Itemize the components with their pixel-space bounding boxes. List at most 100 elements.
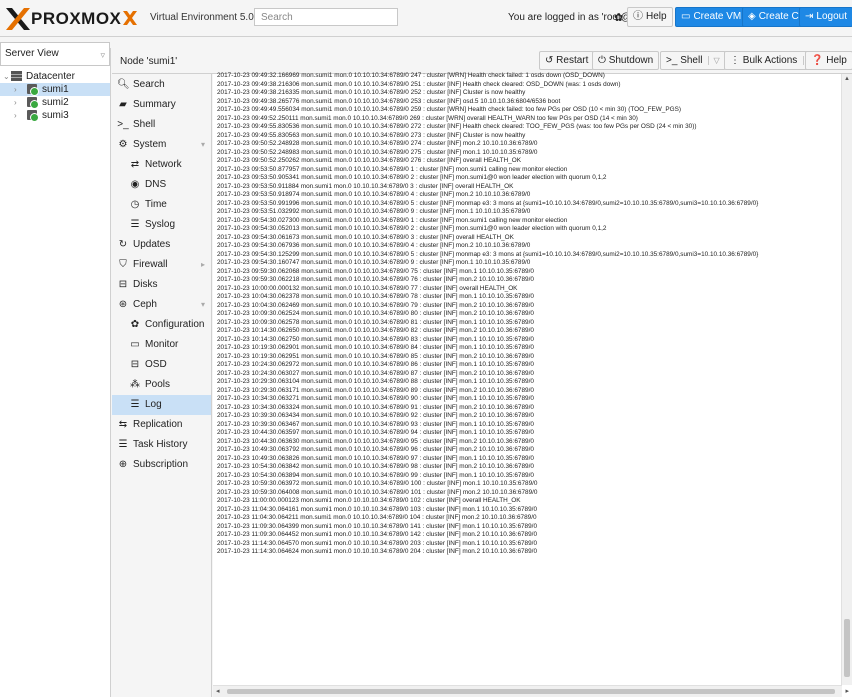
horizontal-scrollbar[interactable]: ◂ ▸ [213,685,849,697]
log-line: 2017-10-23 11:00:00.000123 mon.sumi1 mon… [217,497,521,504]
shutdown-button[interactable]: ⏻ Shutdown [592,51,660,70]
nav-item-log[interactable]: ☰ Log [112,395,211,415]
search-icon: 🔍︎ [117,79,130,90]
log-line: 2017-10-23 10:59:30.063972 mon.sumi1 mon… [217,480,538,487]
hdd-icon: ⊟ [130,359,140,370]
nav-item-monitor[interactable]: ▭ Monitor [112,335,211,355]
chevron-down-icon[interactable]: ▾ [201,295,205,315]
chevron-right-icon[interactable]: ▸ [201,255,205,275]
log-line: 2017-10-23 10:39:30.063434 mon.sumi1 mon… [217,412,534,419]
support-icon: ⊕ [118,459,128,470]
log-line: 2017-10-23 11:04:30.064161 mon.sumi1 mon… [217,505,537,513]
log-line: 2017-10-23 09:59:30.062218 mon.sumi1 mon… [217,276,534,283]
nav-item-ceph[interactable]: ⊛ Ceph ▾ [112,295,211,315]
nav-item-shell[interactable]: >_ Shell [112,115,211,135]
nav-item-osd[interactable]: ⊟ OSD [112,355,211,375]
nav-item-disks[interactable]: ⊟ Disks [112,275,211,295]
log-line: 2017-10-23 10:44:30.063630 mon.sumi1 mon… [217,437,534,445]
nav-item-syslog[interactable]: ☰ Syslog [112,215,211,235]
nav-item-dns[interactable]: ◉ DNS [112,175,211,195]
nav-item-network[interactable]: ⇄ Network [112,155,211,175]
nav-item-subscription[interactable]: ⊕ Subscription [112,455,211,475]
tree-item-sumi3[interactable]: › sumi3 [0,109,110,122]
proxmox-mark-icon [123,11,137,25]
log-line: 2017-10-23 09:54:30.160747 mon.sumi1 mon… [217,259,531,266]
log-line: 2017-10-23 10:19:30.062901 mon.sumi1 mon… [217,344,534,351]
shield-icon: ⛉ [119,259,127,270]
chevron-down-icon[interactable]: ▾ [201,135,205,155]
log-line: 2017-10-23 11:14:30.064570 mon.sumi1 mon… [217,539,537,547]
log-lines: 2017-10-23 09:49:32.166969 mon.sumi1 mon… [217,72,837,684]
server-online-icon [27,97,39,109]
server-view-select[interactable]: Server View ▿ [0,42,110,66]
undo-icon: ↺ [545,55,554,66]
proxmox-logo-icon [6,8,30,30]
nav-item-search[interactable]: 🔍︎ Search [112,75,211,95]
log-line: 2017-10-23 09:49:55.830563 mon.sumi1 mon… [217,131,526,139]
logout-button[interactable]: ⇥ Logout [799,7,852,27]
tree-item-sumi2[interactable]: › sumi2 [0,96,110,109]
create-vm-button[interactable]: ▭ Create VM [675,7,748,27]
nav-item-updates[interactable]: ↻ Updates [112,235,211,255]
log-line: 2017-10-23 09:53:50.905341 mon.sumi1 mon… [217,174,607,181]
node-nav-menu: 🔍︎ Search ▰ Summary >_ Shell ⚙ System ▾ … [112,74,212,697]
nav-item-task-history[interactable]: ☰ Task History [112,435,211,455]
gear-icon: ✿ [130,319,140,330]
help-button[interactable]: ⓘ Help [627,7,673,27]
power-icon: ⏻ [598,55,606,66]
log-line: 2017-10-23 10:04:30.062469 mon.sumi1 mon… [217,301,534,309]
nav-item-system[interactable]: ⚙ System ▾ [112,135,211,155]
log-line: 2017-10-23 10:14:30.062650 mon.sumi1 mon… [217,327,534,334]
shell-button[interactable]: >_ Shell ▽ [660,51,726,70]
log-line: 2017-10-23 10:04:30.062378 mon.sumi1 mon… [217,293,534,300]
help-button[interactable]: ❓ Help [805,51,852,70]
info-icon: ⓘ [633,11,643,22]
nav-item-summary[interactable]: ▰ Summary [112,95,211,115]
log-line: 2017-10-23 10:29:30.063104 mon.sumi1 mon… [217,378,534,385]
scroll-up-icon[interactable]: ▲ [844,76,850,82]
log-line: 2017-10-23 10:14:30.062750 mon.sumi1 mon… [217,335,534,343]
tree-item-datacenter[interactable]: ⌄ Datacenter [0,70,110,83]
refresh-icon: ↻ [118,239,128,250]
log-line: 2017-10-23 09:54:30.125299 mon.sumi1 mon… [217,250,759,258]
gears-icon: ⚙ [118,139,128,150]
tree-item-sumi1[interactable]: › sumi1 [0,83,110,96]
scroll-right-icon[interactable]: ▸ [845,687,849,695]
desktop-icon: ▭ [681,11,691,22]
restart-button[interactable]: ↺ Restart [539,51,595,70]
log-line: 2017-10-23 10:54:30.063894 mon.sumi1 mon… [217,471,534,479]
ellipsis-v-icon: ⋮ [730,55,740,66]
nav-item-time[interactable]: ◷ Time [112,195,211,215]
retweet-icon: ⇆ [118,419,128,430]
question-icon: ❓ [811,55,824,66]
ceph-log-panel[interactable]: 2017-10-23 09:49:32.166969 mon.sumi1 mon… [213,72,852,697]
server-online-icon [27,84,39,96]
log-line: 2017-10-23 09:53:51.032992 mon.sumi1 mon… [217,208,531,215]
nav-item-configuration[interactable]: ✿ Configuration [112,315,211,335]
scroll-thumb[interactable] [227,689,835,694]
expand-icon: › [14,111,17,120]
resource-tree: Server View ▿ ⌄ Datacenter › sumi1 › sum… [0,42,111,697]
log-line: 2017-10-23 09:49:49.556034 mon.sumi1 mon… [217,106,681,113]
chevron-down-icon: ▿ [100,50,105,60]
log-line: 2017-10-23 10:39:30.063467 mon.sumi1 mon… [217,420,534,428]
vertical-scrollbar[interactable]: ▲ [841,74,852,685]
log-line: 2017-10-23 09:50:52.248983 mon.sumi1 mon… [217,148,538,156]
log-line: 2017-10-23 09:54:30.052013 mon.sumi1 mon… [217,225,607,232]
nav-item-replication[interactable]: ⇆ Replication [112,415,211,435]
list-icon: ☰ [130,219,140,230]
book-icon: ▰ [119,99,127,110]
gear-icon[interactable]: ✿ [614,11,623,25]
chevron-down-icon[interactable]: ▽ [708,56,720,65]
nav-item-pools[interactable]: ⁂ Pools [112,375,211,395]
scroll-thumb[interactable] [844,619,850,677]
log-line: 2017-10-23 09:53:50.877957 mon.sumi1 mon… [217,165,568,173]
log-line: 2017-10-23 11:09:30.064399 mon.sumi1 mon… [217,522,537,530]
nav-item-firewall[interactable]: ⛉ Firewall ▸ [112,255,211,275]
terminal-icon: >_ [117,119,129,130]
log-line: 2017-10-23 10:00:00.000132 mon.sumi1 mon… [217,284,518,292]
log-line: 2017-10-23 09:53:50.918974 mon.sumi1 mon… [217,191,531,198]
expand-icon: › [14,98,17,107]
search-input[interactable] [254,8,398,26]
scroll-left-icon[interactable]: ◂ [216,687,220,695]
